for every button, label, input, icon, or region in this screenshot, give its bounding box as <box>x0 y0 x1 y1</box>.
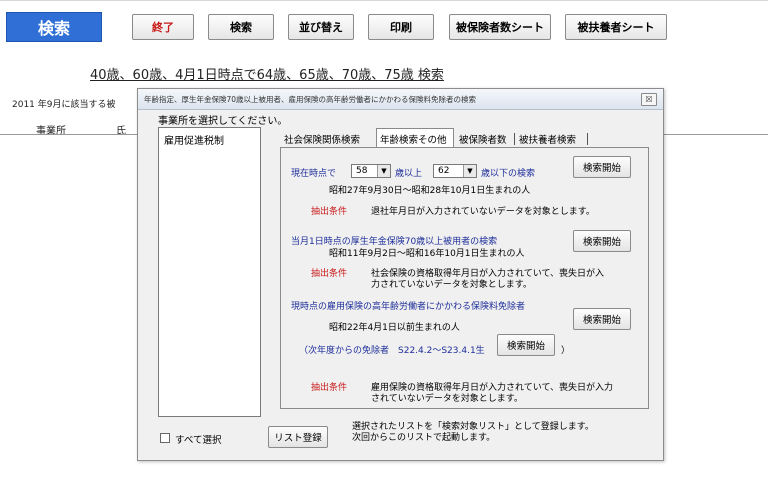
sec3-close-paren: ） <box>561 346 571 356</box>
tab-separator <box>587 133 588 145</box>
sec2-cond-line2: 力されていないデータを対象とします。 <box>371 280 532 290</box>
sec3-dates: 昭和22年4月1日以前生まれの人 <box>329 323 460 333</box>
age-search-panel: 現在時点で 58 ▼ 歳以上 62 ▼ 歳以下の検索 検索開始 昭和27年9月3… <box>280 147 649 409</box>
dependents-sheet-button[interactable]: 被扶養者シート <box>565 14 667 40</box>
tab-age-search[interactable]: 年齢検索その他 <box>376 128 454 148</box>
search-start-button-2[interactable]: 検索開始 <box>573 230 631 252</box>
sec1-mid: 歳以上 <box>395 169 423 179</box>
register-note: 選択されたリストを「検索対象リスト」として登録します。 次回からこのリストで起動… <box>352 422 594 444</box>
sec3-cond-label: 抽出条件 <box>311 383 348 393</box>
sec2-cond-label: 抽出条件 <box>311 269 348 279</box>
sort-button[interactable]: 並び替え <box>288 14 354 40</box>
search-button[interactable]: 検索 <box>208 14 274 40</box>
background-note: 2011 年9月に該当する被 <box>12 100 116 110</box>
search-start-button-3[interactable]: 検索開始 <box>573 308 631 330</box>
sec1-suffix: 歳以下の検索 <box>481 169 536 179</box>
tab-insured-count[interactable]: 被保険者数 <box>459 130 507 147</box>
insured-count-sheet-button[interactable]: 被保険者数シート <box>449 14 551 40</box>
select-all-checkbox[interactable] <box>160 433 170 443</box>
close-icon[interactable]: ☒ <box>641 93 657 106</box>
sec3-title: 現時点の雇用保険の高年齢労働者にかかわる保険料免除者 <box>291 302 526 312</box>
tab-dependents-search[interactable]: 被扶養者検索 <box>519 130 576 147</box>
office-listbox[interactable]: 雇用促進税制 <box>158 127 261 417</box>
sec1-prefix: 現在時点で <box>291 169 337 179</box>
register-note-line2: 次回からこのリストで起動します。 <box>352 433 496 443</box>
dialog-title: 年齢指定、厚生年金保険70歳以上被用者、雇用保険の高年齢労働者にかかわる保険料免… <box>144 95 477 104</box>
select-all-label: すべて選択 <box>175 435 222 446</box>
search-tab[interactable]: 検索 <box>6 12 102 42</box>
search-start-button-next-year[interactable]: 検索開始 <box>497 334 555 356</box>
register-list-button[interactable]: リスト登録 <box>268 426 328 448</box>
sec3-next-year: （次年度からの免除者 S22.4.2～S23.4.1生 <box>299 346 485 356</box>
tab-social-insurance[interactable]: 社会保険関係検索 <box>284 130 360 147</box>
age-to-value: 62 <box>438 166 450 176</box>
sec1-dates: 昭和27年9月30日～昭和28年10月1日生まれの人 <box>329 186 531 196</box>
top-divider <box>0 0 768 1</box>
chevron-down-icon[interactable]: ▼ <box>463 165 476 177</box>
chevron-down-icon[interactable]: ▼ <box>377 165 390 177</box>
age-from-select[interactable]: 58 ▼ <box>351 164 391 178</box>
search-start-button-1[interactable]: 検索開始 <box>573 156 631 178</box>
list-item[interactable]: 雇用促進税制 <box>164 132 224 147</box>
sec2-dates: 昭和11年9月2日～昭和16年10月1日生まれの人 <box>329 249 525 259</box>
sec3-cond-line2: されていないデータを対象とします。 <box>371 394 523 404</box>
sec1-cond-text: 退社年月日が入力されていないデータを対象とします。 <box>371 207 595 217</box>
age-to-select[interactable]: 62 ▼ <box>433 164 477 178</box>
office-select-prompt: 事業所を選択してください。 <box>158 116 288 127</box>
tab-separator <box>514 133 515 145</box>
sec1-cond-label: 抽出条件 <box>311 207 348 217</box>
age-search-dialog: 年齢指定、厚生年金保険70歳以上被用者、雇用保険の高年齢労働者にかかわる保険料免… <box>137 88 664 461</box>
exit-button[interactable]: 終了 <box>132 14 194 40</box>
print-button[interactable]: 印刷 <box>368 14 434 40</box>
age-search-link[interactable]: 40歳、60歳、4月1日時点で64歳、65歳、70歳、75歳 検索 <box>90 64 444 83</box>
register-note-line1: 選択されたリストを「検索対象リスト」として登録します。 <box>352 422 594 432</box>
age-from-value: 58 <box>356 166 368 176</box>
dialog-titlebar: 年齢指定、厚生年金保険70歳以上被用者、雇用保険の高年齢労働者にかかわる保険料免… <box>138 89 663 110</box>
